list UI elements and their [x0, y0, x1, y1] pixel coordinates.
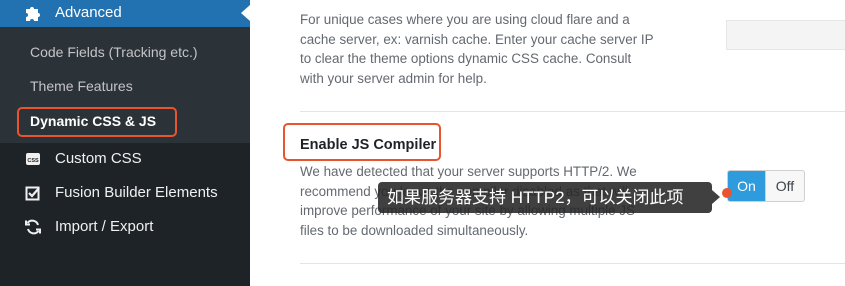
current-menu-pointer [241, 5, 250, 21]
toggle-off-button[interactable]: Off [765, 171, 804, 201]
description-line: For unique cases where you are using clo… [300, 12, 630, 27]
tooltip-tail [712, 190, 720, 204]
admin-sidebar: Advanced Code Fields (Tracking etc.) The… [0, 0, 250, 286]
cache-server-description: For unique cases where you are using clo… [300, 10, 680, 88]
description-line: cache server, ex: varnish cache. Enter y… [300, 31, 654, 47]
menu-item-label: Custom CSS [55, 150, 142, 167]
annotation-tooltip: 如果服务器支持 HTTP2，可以关闭此项 [378, 182, 712, 213]
description-line: We have detected that your server suppor… [300, 164, 637, 179]
svg-text:CSS: CSS [27, 158, 39, 164]
submenu-item-theme-features[interactable]: Theme Features [30, 78, 133, 94]
menu-item-fusion-builder-elements[interactable]: Fusion Builder Elements [0, 179, 250, 209]
section-divider [300, 111, 845, 112]
menu-item-label: Fusion Builder Elements [55, 184, 218, 201]
description-line: to clear the theme options dynamic CSS c… [300, 51, 632, 66]
checkbox-icon [24, 184, 42, 202]
section-divider [300, 263, 845, 264]
toggle-on-button[interactable]: On [728, 171, 765, 201]
menu-item-label: Advanced [55, 4, 122, 21]
css-file-icon: CSS [24, 150, 42, 168]
annotation-highlight-box [17, 107, 177, 137]
menu-item-custom-css[interactable]: CSS Custom CSS [0, 145, 250, 175]
menu-item-label: Import / Export [55, 218, 154, 235]
refresh-icon [24, 218, 42, 236]
description-line: files to be downloaded simultaneously. [300, 222, 529, 238]
js-compiler-toggle[interactable]: On Off [727, 170, 805, 202]
submenu-item-code-fields[interactable]: Code Fields (Tracking etc.) [30, 44, 198, 60]
annotation-dot [722, 188, 732, 198]
cache-server-ip-input[interactable] [726, 20, 845, 50]
menu-item-import-export[interactable]: Import / Export [0, 213, 250, 243]
puzzle-icon [24, 4, 42, 22]
annotation-title-box [283, 123, 441, 161]
menu-item-advanced[interactable]: Advanced [0, 0, 250, 27]
description-line: with your server admin for help. [300, 70, 487, 86]
